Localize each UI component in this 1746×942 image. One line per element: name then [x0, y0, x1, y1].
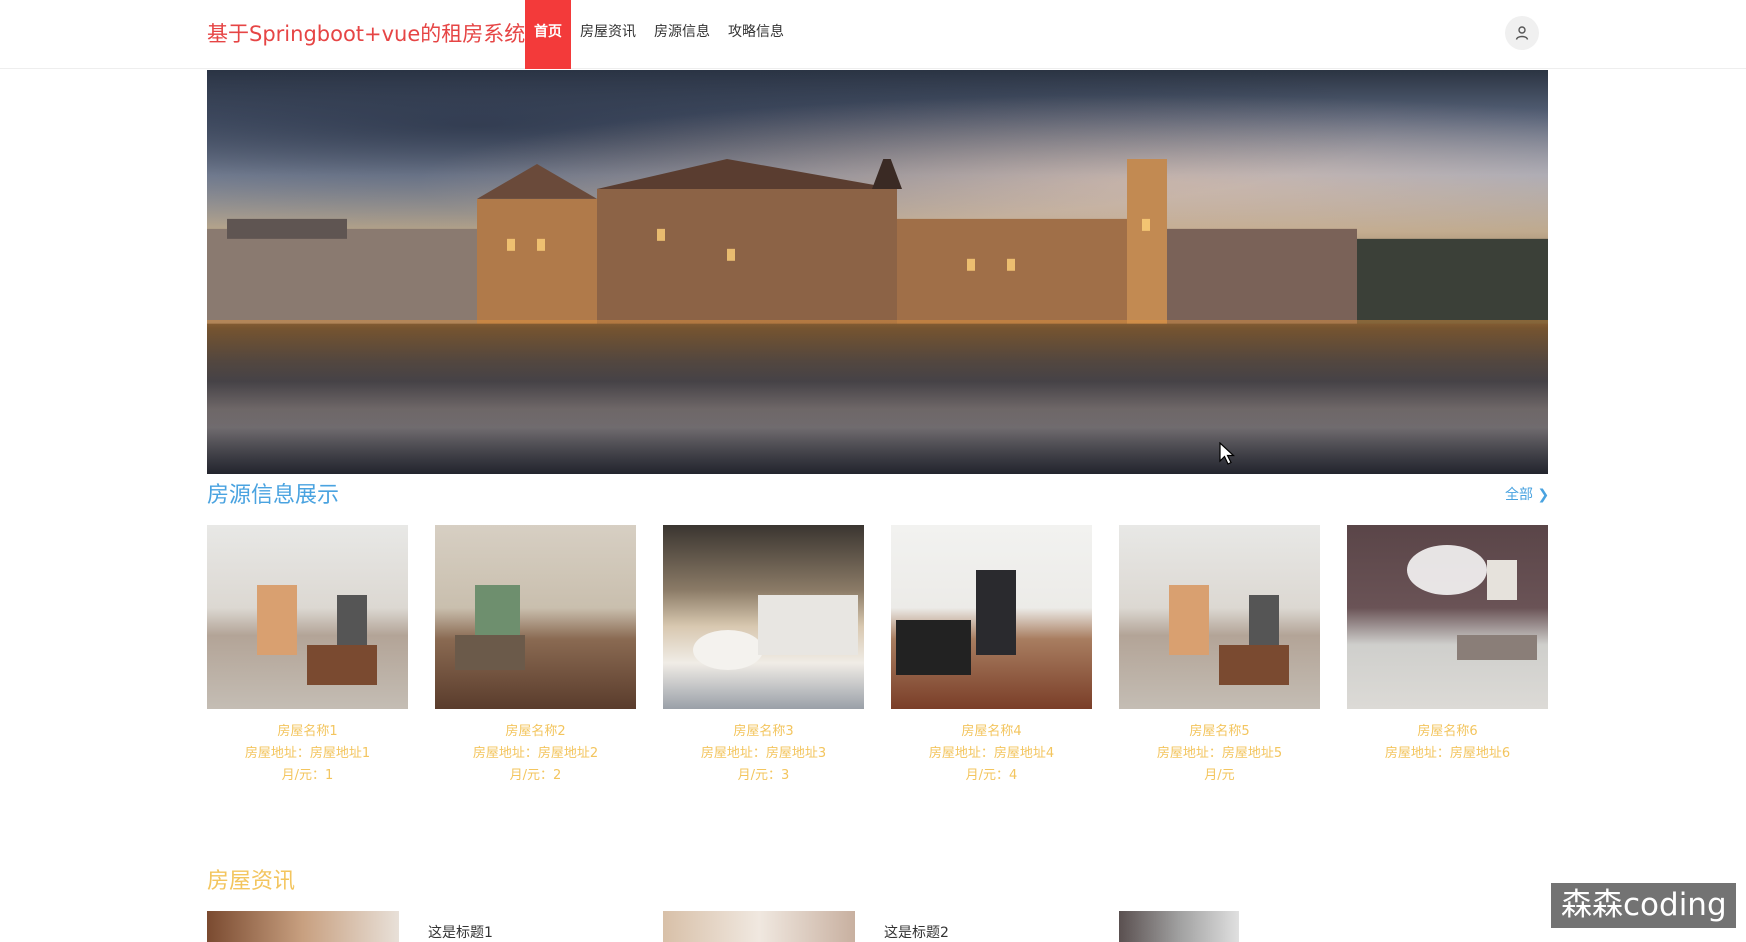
house-name: 房屋名称4: [961, 724, 1022, 739]
house-address: 房屋地址：房屋地址1: [244, 746, 371, 761]
house-section-title: 房源信息展示: [207, 483, 340, 508]
house-image[interactable]: [891, 525, 1092, 709]
banner-townscape: [207, 158, 1548, 324]
house-price: 月/元：1: [281, 768, 334, 783]
nav-item-news[interactable]: 房屋资讯: [571, 0, 645, 69]
house-image[interactable]: [1119, 525, 1320, 709]
news-thumbnail[interactable]: [1119, 911, 1239, 942]
house-image[interactable]: [1347, 525, 1548, 709]
nav-item-listings[interactable]: 房源信息: [645, 0, 719, 69]
site-title[interactable]: 基于Springboot+vue的租房系统: [207, 18, 525, 48]
house-price: 月/元: [1204, 768, 1235, 783]
user-icon[interactable]: [1505, 16, 1539, 50]
house-address: 房屋地址：房屋地址6: [1384, 746, 1511, 761]
mouse-pointer-icon: [1219, 442, 1235, 465]
news-title[interactable]: 这是标题2: [884, 922, 949, 942]
house-address: 房屋地址：房屋地址3: [700, 746, 827, 761]
hero-banner[interactable]: [207, 70, 1548, 474]
news-section-title: 房屋资讯: [207, 869, 296, 894]
house-name: 房屋名称5: [1189, 724, 1250, 739]
house-card[interactable]: 房屋名称4 房屋地址：房屋地址4 月/元：4: [891, 525, 1092, 787]
video-watermark: 森森coding: [1551, 883, 1736, 928]
house-address: 房屋地址：房屋地址4: [928, 746, 1055, 761]
view-all-link[interactable]: 全部 ❯: [1505, 484, 1549, 504]
house-name: 房屋名称3: [733, 724, 794, 739]
house-card[interactable]: 房屋名称6 房屋地址：房屋地址6: [1347, 525, 1548, 765]
house-card[interactable]: 房屋名称1 房屋地址：房屋地址1 月/元：1: [207, 525, 408, 787]
house-price: 月/元：2: [509, 768, 562, 783]
nav-item-guides[interactable]: 攻略信息: [719, 0, 793, 69]
house-image[interactable]: [207, 525, 408, 709]
house-name: 房屋名称1: [277, 724, 338, 739]
house-price: 月/元：4: [965, 768, 1018, 783]
house-name: 房屋名称6: [1417, 724, 1478, 739]
news-title[interactable]: 这是标题1: [428, 922, 493, 942]
house-name: 房屋名称2: [505, 724, 566, 739]
nav-item-home[interactable]: 首页: [525, 0, 571, 69]
main-nav: 首页 房屋资讯 房源信息 攻略信息: [525, 0, 793, 69]
house-address: 房屋地址：房屋地址5: [1156, 746, 1283, 761]
house-price: 月/元：3: [737, 768, 790, 783]
house-card[interactable]: 房屋名称2 房屋地址：房屋地址2 月/元：2: [435, 525, 636, 787]
house-card[interactable]: 房屋名称5 房屋地址：房屋地址5 月/元: [1119, 525, 1320, 787]
house-address: 房屋地址：房屋地址2: [472, 746, 599, 761]
house-card[interactable]: 房屋名称3 房屋地址：房屋地址3 月/元：3: [663, 525, 864, 787]
news-thumbnail[interactable]: [207, 911, 399, 942]
house-image[interactable]: [435, 525, 636, 709]
news-thumbnail[interactable]: [663, 911, 855, 942]
banner-water: [207, 320, 1548, 474]
top-header: 基于Springboot+vue的租房系统 首页 房屋资讯 房源信息 攻略信息: [0, 0, 1746, 69]
house-image[interactable]: [663, 525, 864, 709]
page: 基于Springboot+vue的租房系统 首页 房屋资讯 房源信息 攻略信息: [0, 0, 1746, 942]
